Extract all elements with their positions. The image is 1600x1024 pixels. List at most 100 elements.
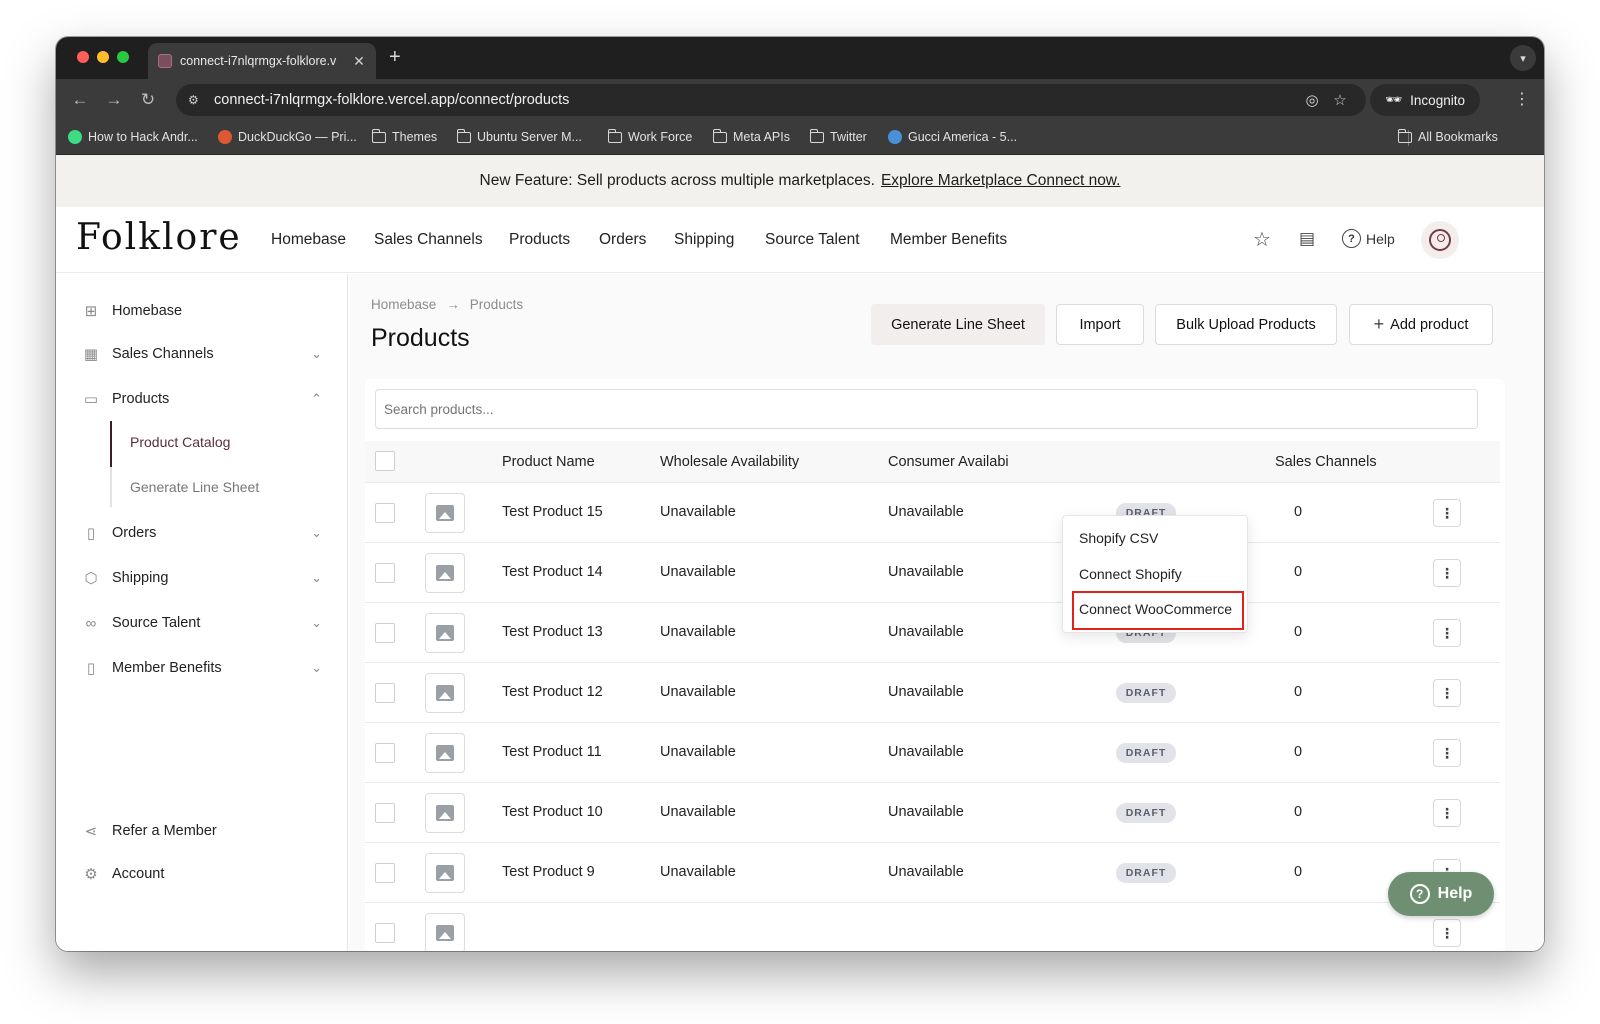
tab-search-button[interactable]: ▾ bbox=[1510, 45, 1536, 71]
product-name[interactable]: Test Product 10 bbox=[502, 804, 603, 820]
product-name[interactable]: Test Product 13 bbox=[502, 624, 603, 640]
table-row[interactable]: Test Product 14UnavailableUnavailableDRA… bbox=[365, 543, 1500, 603]
bookmark-item[interactable]: Themes bbox=[371, 128, 437, 144]
row-checkbox[interactable] bbox=[375, 863, 395, 883]
maximize-window-button[interactable] bbox=[117, 51, 129, 63]
nav-products[interactable]: Products bbox=[509, 231, 570, 249]
row-actions-button[interactable]: ⋮ bbox=[1433, 799, 1461, 827]
table-row[interactable]: Test Product 9 Unavailable Unavailable DRAF… bbox=[365, 843, 1500, 903]
menu-item-connect-woocommerce[interactable]: Connect WooCommerce bbox=[1079, 601, 1232, 617]
sidebar-item-refer-member[interactable]: ⋖ Refer a Member bbox=[82, 818, 322, 844]
product-name[interactable]: Test Product 14 bbox=[502, 564, 603, 580]
bookmarks-bar: How to Hack Andr... DuckDuckGo — Pri... … bbox=[56, 121, 1544, 155]
row-checkbox[interactable] bbox=[375, 803, 395, 823]
sidebar-item-shipping[interactable]: ⬡ Shipping ⌄ bbox=[82, 565, 322, 591]
document-icon: ▯ bbox=[86, 660, 96, 677]
help-chat-button[interactable]: ? Help bbox=[1388, 872, 1494, 916]
row-checkbox[interactable] bbox=[375, 923, 395, 943]
product-name[interactable]: Test Product 12 bbox=[502, 684, 603, 700]
select-all-checkbox[interactable] bbox=[375, 451, 395, 471]
search-input[interactable] bbox=[375, 389, 1478, 429]
table-row[interactable]: Test Product 15 Unavailable Unavailable DRA… bbox=[365, 483, 1500, 543]
browser-tab[interactable]: connect-i7nlqrmgx-folklore.v ✕ bbox=[148, 43, 376, 79]
image-icon bbox=[436, 865, 454, 881]
consumer-availability: Unavailable bbox=[888, 624, 964, 640]
sidebar-sub-generate-line-sheet[interactable]: Generate Line Sheet bbox=[130, 479, 259, 495]
row-actions-button[interactable]: ⋮ bbox=[1433, 679, 1461, 707]
minimize-window-button[interactable] bbox=[97, 51, 109, 63]
row-checkbox[interactable] bbox=[375, 503, 395, 523]
site-info-icon[interactable]: ⚙ bbox=[188, 93, 208, 107]
bookmark-item[interactable]: Ubuntu Server M... bbox=[456, 128, 582, 144]
menu-item-connect-shopify[interactable]: Connect Shopify bbox=[1079, 566, 1182, 582]
product-name[interactable]: Test Product 11 bbox=[502, 744, 602, 760]
bookmark-star-icon[interactable]: ☆ bbox=[1326, 91, 1354, 109]
consumer-availability: Unavailable bbox=[888, 504, 964, 520]
sidebar-item-products[interactable]: ▭ Products ⌃ bbox=[82, 386, 322, 412]
sidebar-item-account[interactable]: ⚙ Account bbox=[82, 861, 322, 887]
messages-icon[interactable]: ▤ bbox=[1299, 229, 1315, 249]
browser-menu-icon[interactable]: ⋮ bbox=[1514, 89, 1530, 109]
favorites-star-icon[interactable]: ☆ bbox=[1253, 227, 1271, 252]
banner-link[interactable]: Explore Marketplace Connect now. bbox=[881, 172, 1121, 190]
row-actions-button[interactable]: ⋮ bbox=[1433, 619, 1461, 647]
table-row[interactable]: Test Product 11 Unavailable Unavailable DRA… bbox=[365, 723, 1500, 783]
breadcrumb-homebase[interactable]: Homebase bbox=[371, 297, 436, 312]
row-checkbox[interactable] bbox=[375, 563, 395, 583]
product-name[interactable]: Test Product 9 bbox=[502, 864, 595, 880]
import-button[interactable]: Import bbox=[1056, 304, 1144, 345]
address-bar[interactable]: ⚙ connect-i7nlqrmgx-folklore.vercel.app/… bbox=[176, 84, 1366, 116]
eye-off-icon[interactable]: ◎ bbox=[1298, 91, 1326, 109]
table-row[interactable]: Test Product 13 Unavailable Unavailable DRA… bbox=[365, 603, 1500, 663]
column-sales-channels[interactable]: Sales Channels bbox=[1275, 454, 1377, 470]
table-row[interactable]: Test Product 10 Unavailable Unavailable DRA… bbox=[365, 783, 1500, 843]
nav-source-talent[interactable]: Source Talent bbox=[765, 231, 860, 249]
product-name[interactable]: Test Product 15 bbox=[502, 504, 603, 520]
table-row[interactable]: ⋮ bbox=[365, 903, 1500, 951]
add-product-button[interactable]: + Add product bbox=[1349, 304, 1493, 345]
close-window-button[interactable] bbox=[77, 51, 89, 63]
menu-item-shopify-csv[interactable]: Shopify CSV bbox=[1079, 530, 1158, 546]
column-wholesale-availability[interactable]: Wholesale Availability bbox=[660, 454, 799, 470]
bookmark-item[interactable]: Meta APIs bbox=[712, 128, 790, 144]
new-tab-button[interactable]: + bbox=[389, 45, 401, 69]
row-checkbox[interactable] bbox=[375, 743, 395, 763]
sidebar-item-orders[interactable]: ▯ Orders ⌄ bbox=[82, 520, 322, 546]
folklore-logo[interactable]: Folklore bbox=[76, 217, 242, 258]
bookmark-item[interactable]: Work Force bbox=[607, 128, 693, 144]
row-actions-button[interactable]: ⋮ bbox=[1433, 559, 1461, 587]
incognito-button[interactable]: 🕶 Incognito bbox=[1370, 84, 1480, 116]
row-checkbox[interactable] bbox=[375, 623, 395, 643]
nav-sales-channels[interactable]: Sales Channels bbox=[374, 231, 483, 249]
back-button[interactable]: ← bbox=[68, 88, 92, 112]
bookmark-item[interactable]: How to Hack Andr... bbox=[68, 130, 198, 144]
account-avatar-button[interactable] bbox=[1421, 221, 1459, 259]
nav-shipping[interactable]: Shipping bbox=[674, 231, 734, 249]
forward-button[interactable]: → bbox=[102, 88, 126, 112]
column-product-name[interactable]: Product Name bbox=[502, 454, 595, 470]
nav-orders[interactable]: Orders bbox=[599, 231, 646, 249]
row-actions-button[interactable]: ⋮ bbox=[1433, 739, 1461, 767]
row-checkbox[interactable] bbox=[375, 683, 395, 703]
bookmark-label: Work Force bbox=[628, 130, 693, 144]
sidebar-sub-product-catalog[interactable]: Product Catalog bbox=[130, 434, 230, 450]
sidebar-item-sales-channels[interactable]: ▦ Sales Channels ⌄ bbox=[82, 341, 322, 367]
reload-button[interactable]: ↻ bbox=[136, 88, 160, 112]
help-link[interactable]: ? Help bbox=[1342, 229, 1395, 248]
bulk-upload-button[interactable]: Bulk Upload Products bbox=[1155, 304, 1337, 345]
table-row[interactable]: Test Product 12 Unavailable Unavailable DRA… bbox=[365, 663, 1500, 723]
sidebar-item-source-talent[interactable]: ∞ Source Talent ⌄ bbox=[82, 610, 322, 636]
bookmark-item[interactable]: Twitter bbox=[809, 128, 867, 144]
all-bookmarks-button[interactable]: All Bookmarks bbox=[1397, 128, 1498, 144]
row-actions-button[interactable]: ⋮ bbox=[1433, 499, 1461, 527]
nav-member-benefits[interactable]: Member Benefits bbox=[890, 231, 1007, 249]
nav-homebase[interactable]: Homebase bbox=[271, 231, 346, 249]
row-actions-button[interactable]: ⋮ bbox=[1433, 919, 1461, 947]
column-consumer-availability[interactable]: Consumer Availabi bbox=[888, 454, 1009, 470]
generate-line-sheet-button[interactable]: Generate Line Sheet bbox=[871, 304, 1045, 345]
sidebar-item-member-benefits[interactable]: ▯ Member Benefits ⌄ bbox=[82, 655, 322, 681]
bookmark-item[interactable]: DuckDuckGo — Pri... bbox=[218, 130, 357, 144]
close-tab-icon[interactable]: ✕ bbox=[352, 53, 366, 70]
sidebar-item-homebase[interactable]: ⊞ Homebase bbox=[82, 298, 322, 324]
bookmark-item[interactable]: Gucci America - 5... bbox=[888, 130, 1017, 144]
